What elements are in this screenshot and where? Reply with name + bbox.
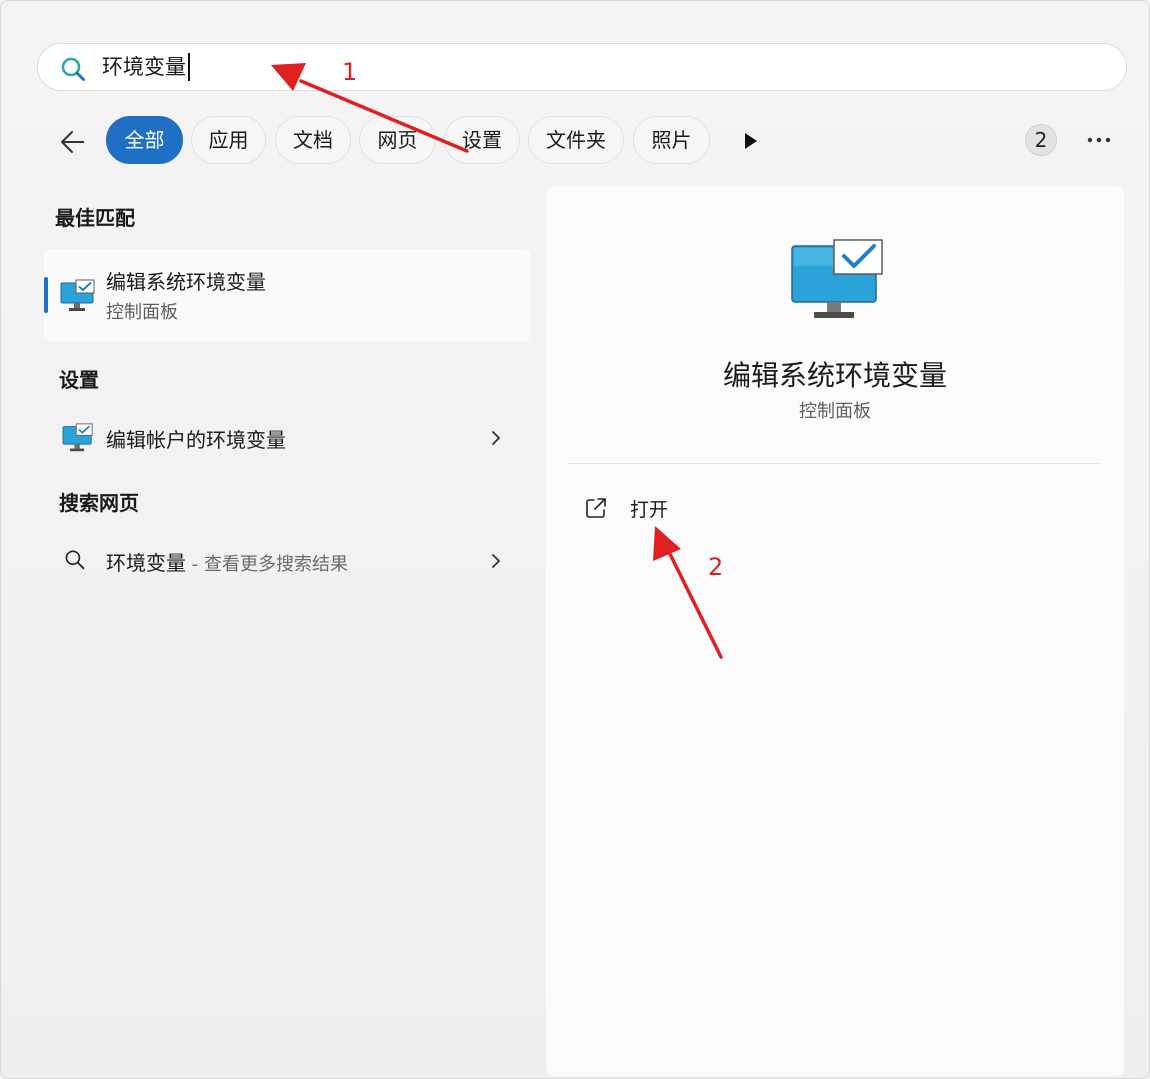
- result-count-badge: 2: [1025, 124, 1057, 156]
- settings-result-label: 编辑帐户的环境变量: [106, 428, 286, 452]
- selection-indicator: [44, 277, 48, 313]
- search-window: 环境变量 全部 应用 文档 网页 设置 文件夹 照片 2 最佳匹配 编辑系统环境…: [0, 0, 1150, 1079]
- best-match-result[interactable]: 编辑系统环境变量 控制面板: [44, 249, 530, 341]
- best-match-heading: 最佳匹配: [55, 206, 135, 230]
- search-icon: [61, 57, 85, 81]
- best-match-subtitle: 控制面板: [106, 302, 178, 323]
- detail-title: 编辑系统环境变量: [722, 359, 947, 392]
- detail-subtitle: 控制面板: [799, 401, 871, 422]
- divider: [568, 463, 1100, 464]
- web-search-suffix: - 查看更多搜索结果: [186, 554, 348, 575]
- control-panel-icon: [791, 239, 883, 318]
- back-arrow-icon[interactable]: [57, 126, 89, 158]
- more-options-icon[interactable]: [1085, 136, 1113, 144]
- control-panel-icon: [62, 423, 93, 452]
- annotation-label-1: 1: [342, 58, 358, 86]
- detail-panel: 编辑系统环境变量 控制面板 打开: [546, 186, 1124, 1076]
- filter-chip-photos[interactable]: 照片: [633, 116, 710, 164]
- chevron-right-icon[interactable]: [490, 429, 502, 447]
- open-button[interactable]: 打开: [584, 490, 734, 526]
- open-external-icon: [586, 498, 606, 518]
- filter-chip-apps[interactable]: 应用: [191, 116, 266, 164]
- search-input[interactable]: 环境变量: [102, 53, 190, 81]
- filter-bar: 全部 应用 文档 网页 设置 文件夹 照片 2: [1, 116, 1149, 166]
- web-search-result[interactable]: 环境变量 - 查看更多搜索结果: [44, 536, 530, 584]
- web-search-heading: 搜索网页: [59, 491, 139, 515]
- scroll-right-icon[interactable]: [743, 132, 759, 150]
- annotation-label-2: 2: [708, 553, 724, 581]
- search-icon: [65, 550, 85, 570]
- control-panel-icon: [60, 279, 95, 311]
- filter-chip-settings[interactable]: 设置: [444, 116, 520, 164]
- web-search-label: 环境变量 - 查看更多搜索结果: [106, 547, 348, 576]
- search-bar[interactable]: 环境变量: [37, 43, 1127, 91]
- filter-chip-web[interactable]: 网页: [359, 116, 436, 164]
- settings-result[interactable]: 编辑帐户的环境变量: [44, 413, 530, 461]
- open-label: 打开: [630, 499, 669, 521]
- chevron-right-icon[interactable]: [490, 552, 502, 570]
- filter-chip-all[interactable]: 全部: [106, 116, 183, 164]
- filter-chip-folders[interactable]: 文件夹: [528, 116, 624, 164]
- best-match-title: 编辑系统环境变量: [106, 270, 266, 294]
- web-search-query: 环境变量: [106, 551, 186, 575]
- filter-chip-documents[interactable]: 文档: [275, 116, 351, 164]
- settings-heading: 设置: [59, 368, 99, 392]
